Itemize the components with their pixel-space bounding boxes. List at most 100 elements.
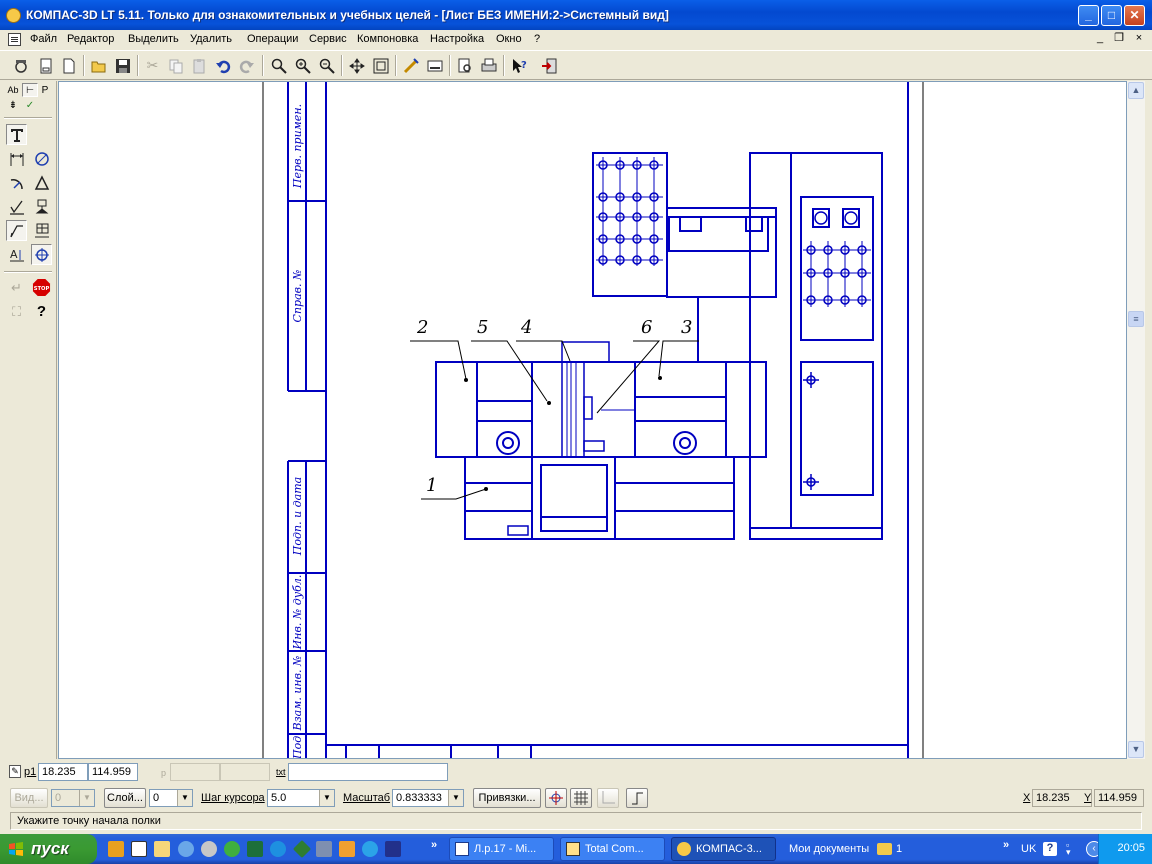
quicklaunch-chevron-icon[interactable]: » (431, 839, 437, 851)
close-button[interactable]: ✕ (1124, 5, 1145, 26)
leader-button[interactable] (6, 220, 27, 241)
drawing-sheet[interactable]: Перв. примен. Справ. № Подп. и дата Инв.… (59, 82, 1127, 759)
mdi-close-button[interactable]: × (1131, 32, 1147, 46)
quicklaunch-icon-12[interactable] (362, 841, 378, 857)
quicklaunch-icon-10[interactable] (316, 841, 332, 857)
menu-operations[interactable]: Операции (247, 33, 298, 45)
quicklaunch-icon-6[interactable] (224, 841, 240, 857)
scroll-up-button[interactable]: ▲ (1128, 82, 1144, 99)
layer-button[interactable]: Слой... (104, 788, 146, 808)
my-documents-toolbar[interactable]: Мои документы (789, 843, 869, 855)
copy-button[interactable] (164, 54, 187, 77)
roughness-button[interactable] (6, 196, 27, 217)
radius-dimension-button[interactable] (6, 172, 27, 193)
grid-button[interactable] (570, 788, 592, 808)
quicklaunch-icon-5[interactable] (201, 841, 217, 857)
snap-button[interactable] (31, 244, 52, 265)
layer-select[interactable]: 0 ▼ (149, 789, 193, 807)
context-help-button[interactable]: ? (507, 54, 530, 77)
help-button[interactable]: ? (31, 301, 52, 322)
quicklaunch-icon-9[interactable] (292, 839, 312, 859)
axis-mark-button[interactable]: A (6, 244, 27, 265)
menu-file[interactable]: Файл (30, 33, 57, 45)
redo-button[interactable] (235, 54, 258, 77)
text-button[interactable] (6, 124, 27, 145)
cut-button[interactable]: ✂ (141, 54, 164, 77)
folder-icon[interactable] (877, 843, 892, 855)
quicklaunch-icon-1[interactable] (108, 841, 124, 857)
show-all-button[interactable] (369, 54, 392, 77)
stop-button[interactable]: STOP (31, 277, 52, 298)
print-button[interactable] (477, 54, 500, 77)
diameter-dimension-button[interactable] (31, 148, 52, 169)
menu-editor[interactable]: Редактор (67, 33, 114, 45)
scroll-down-button[interactable]: ▼ (1128, 741, 1144, 758)
p1-x-field[interactable]: 18.235 (38, 763, 88, 781)
view-button[interactable]: Вид... (10, 788, 48, 808)
dimension-tab-button[interactable]: ⊢ (22, 83, 38, 97)
local-cs-button[interactable] (597, 788, 619, 808)
menu-settings[interactable]: Настройка (430, 33, 484, 45)
drawing-canvas[interactable]: Перв. примен. Справ. № Подп. и дата Инв.… (58, 81, 1127, 759)
menu-delete[interactable]: Удалить (190, 33, 232, 45)
quicklaunch-icon-13[interactable] (385, 841, 401, 857)
language-indicator[interactable]: UK (1021, 843, 1036, 855)
save-button[interactable] (111, 54, 134, 77)
scroll-thumb[interactable]: ≡ (1128, 311, 1144, 327)
folder-label[interactable]: 1 (896, 843, 902, 855)
edit-tab-button[interactable]: ⇟ (5, 98, 21, 112)
zoom-window-button[interactable] (267, 54, 290, 77)
quicklaunch-icon-2[interactable] (131, 841, 147, 857)
view-select[interactable]: 0 ▼ (51, 789, 95, 807)
language-options-icon[interactable]: ▫ ▾ (1066, 841, 1078, 857)
enter-button[interactable]: ↵ (6, 277, 27, 298)
mdi-restore-button[interactable]: ❐ (1111, 32, 1127, 46)
geometry-tab-button[interactable]: ✓ (22, 98, 38, 112)
new-fragment-button[interactable] (57, 54, 80, 77)
task-total-commander[interactable]: Total Com... (560, 837, 665, 861)
task-kompas[interactable]: КОМПАС-3... (671, 837, 776, 861)
document-menu-icon[interactable] (8, 33, 21, 46)
open-button[interactable] (87, 54, 110, 77)
task-word[interactable]: Л.р.17 - Mi... (449, 837, 554, 861)
table-button[interactable] (31, 220, 52, 241)
zoom-in-button[interactable] (291, 54, 314, 77)
pan-button[interactable] (345, 54, 368, 77)
exit-button[interactable] (537, 54, 560, 77)
param-tab-button[interactable]: P (38, 83, 52, 97)
angular-dimension-button[interactable] (31, 172, 52, 193)
select-button[interactable]: ⛶ (6, 301, 27, 322)
quicklaunch-icon-4[interactable] (178, 841, 194, 857)
undo-button[interactable] (211, 54, 234, 77)
properties-button[interactable] (423, 54, 446, 77)
menu-help[interactable]: ? (534, 33, 540, 45)
quicklaunch-icon-3[interactable] (154, 841, 170, 857)
text-field[interactable] (288, 763, 448, 781)
new-document-button[interactable] (9, 54, 32, 77)
new-sheet-button[interactable] (34, 54, 57, 77)
menu-select[interactable]: Выделить (128, 33, 179, 45)
print-preview-button[interactable] (453, 54, 476, 77)
kompas-app-icon[interactable] (6, 8, 21, 23)
snaps-button[interactable]: Привязки... (473, 788, 541, 808)
snap-toggle-button[interactable] (545, 788, 567, 808)
title-bar[interactable]: КОМПАС-3D LT 5.11. Только для ознакомите… (0, 0, 1152, 30)
menu-service[interactable]: Сервис (309, 33, 347, 45)
mdi-minimize-button[interactable]: _ (1092, 32, 1108, 46)
minimize-button[interactable]: _ (1078, 5, 1099, 26)
toolbar-chevron-icon[interactable]: » (1003, 839, 1009, 851)
vertical-scrollbar[interactable]: ▲ ≡ ▼ (1127, 81, 1145, 759)
zoom-out-button[interactable] (315, 54, 338, 77)
menu-layout[interactable]: Компоновка (357, 33, 418, 45)
scale-select[interactable]: 0.833333 ▼ (392, 789, 464, 807)
language-help-icon[interactable]: ? (1043, 842, 1057, 856)
ortho-button[interactable] (626, 788, 648, 808)
ie-icon[interactable] (270, 841, 286, 857)
clock[interactable]: 20:05 (1117, 842, 1145, 854)
text-tab-button[interactable]: Ab (5, 83, 21, 97)
maximize-button[interactable]: □ (1101, 5, 1122, 26)
menu-window[interactable]: Окно (496, 33, 522, 45)
start-button[interactable]: пуск (0, 834, 97, 864)
base-button[interactable] (31, 196, 52, 217)
linear-dimension-button[interactable] (6, 148, 27, 169)
